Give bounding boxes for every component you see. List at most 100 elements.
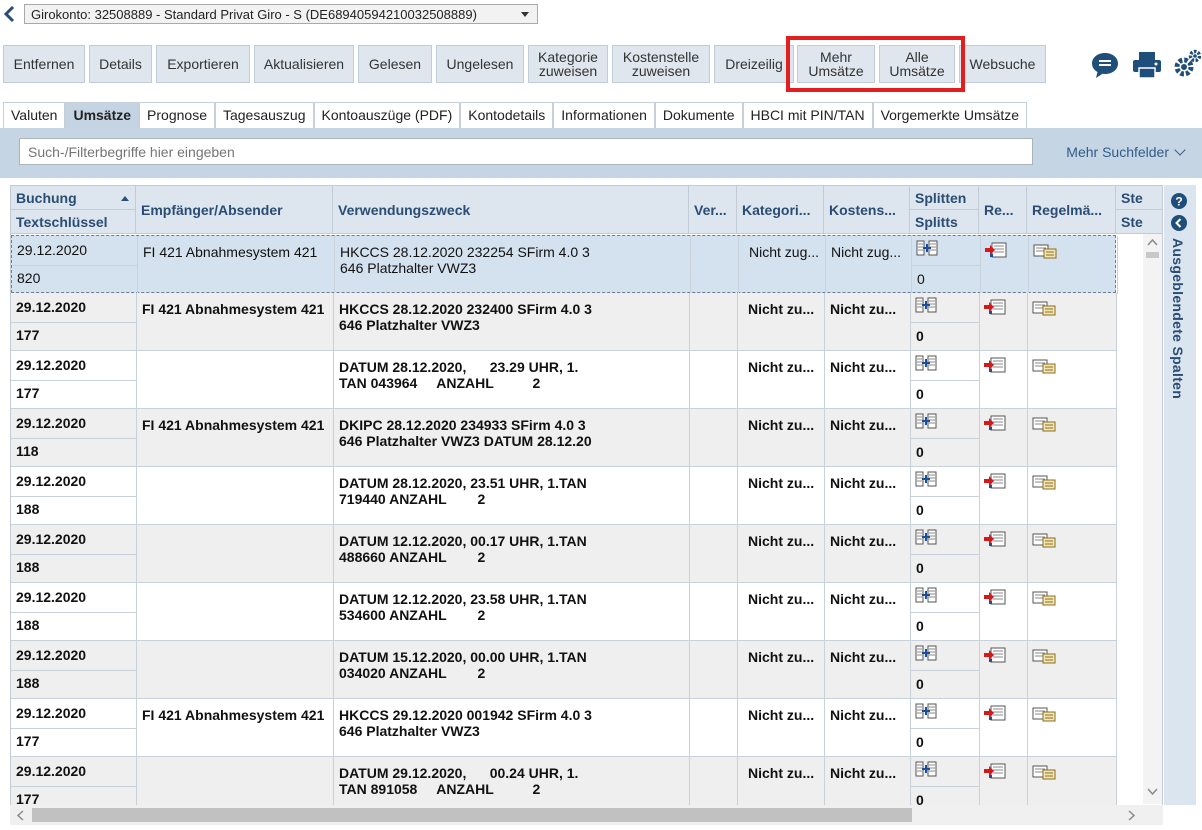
horizontal-scroll-thumb[interactable] <box>32 808 912 822</box>
vertical-scrollbar[interactable] <box>1143 234 1162 804</box>
table-row[interactable]: 29.12.2020 188 DATUM 12.12.2020, 00.17 UHR… <box>11 525 1117 583</box>
printer-icon[interactable] <box>1131 50 1163 80</box>
column-divider <box>136 293 137 351</box>
receipt-icon[interactable] <box>983 531 1007 550</box>
account-select[interactable]: Girokonto: 32508889 - Standard Privat Gi… <box>24 4 538 24</box>
table-row[interactable]: 29.12.2020 177 DATUM 28.12.2020, 23.29 UHR… <box>11 351 1117 409</box>
booking-date: 29.12.2020 <box>16 415 87 431</box>
col-header-ver[interactable]: Ver... <box>689 186 737 234</box>
table-row[interactable]: 29.12.2020 118 FI 421 Abnahmesystem 421 DKI… <box>11 409 1117 467</box>
tab-vorgemerkt[interactable]: Vorgemerkte Umsätze <box>872 102 1028 128</box>
assign-cost-center-button[interactable]: Kostenstelle zuweisen <box>612 45 710 83</box>
tab-kontoauszuege[interactable]: Kontoauszüge (PDF) <box>313 102 461 128</box>
column-divider <box>737 293 738 351</box>
mark-read-button[interactable]: Gelesen <box>358 45 432 83</box>
category: Nicht zu... <box>748 359 815 375</box>
receipt-icon[interactable] <box>983 589 1007 608</box>
tab-tagesauszug[interactable]: Tagesauszug <box>214 102 314 128</box>
transactions-grid: Buchung Textschlüssel Empfänger/Absender… <box>10 185 1163 825</box>
three-line-button[interactable]: Dreizeilig <box>714 45 794 83</box>
recurring-icon[interactable] <box>1032 300 1056 319</box>
hidden-columns-label[interactable]: Ausgeblendete Spalten <box>1170 238 1186 399</box>
more-search-fields-toggle[interactable]: Mehr Suchfelder <box>1066 144 1186 160</box>
table-row[interactable]: 29.12.2020 820 FI 421 Abnahmesystem 421 HKC… <box>11 235 1118 294</box>
recurring-icon[interactable] <box>1032 358 1056 377</box>
purpose-line-2: 646 Platzhalter VWZ3 DATUM 28.12.20 <box>339 433 592 449</box>
col-header-empfaenger[interactable]: Empfänger/Absender <box>136 186 333 234</box>
tab-kontodetails[interactable]: Kontodetails <box>460 102 554 128</box>
col-header-kostenstelle[interactable]: Kostens... <box>824 186 910 234</box>
receipt-icon[interactable] <box>983 763 1007 782</box>
text-key: 188 <box>16 675 40 691</box>
col-header-ste-1[interactable]: Ste <box>1116 186 1162 210</box>
recurring-icon[interactable] <box>1032 532 1056 551</box>
receipt-icon[interactable] <box>983 299 1007 318</box>
tab-informationen[interactable]: Informationen <box>553 102 655 128</box>
table-row[interactable]: 29.12.2020 177 FI 421 Abnahmesystem 421 HKC… <box>11 293 1117 351</box>
chat-bubble-icon[interactable] <box>1090 50 1120 80</box>
web-search-button[interactable]: Websuche <box>959 45 1046 83</box>
receipt-icon[interactable] <box>983 415 1007 434</box>
col-header-splitts[interactable]: Splitts <box>910 210 979 234</box>
gears-icon[interactable] <box>1172 48 1202 80</box>
scroll-up-icon[interactable] <box>1147 238 1158 246</box>
receipt-icon[interactable] <box>983 357 1007 376</box>
col-header-ste-2[interactable]: Ste <box>1116 210 1162 234</box>
split-icon[interactable] <box>915 761 937 780</box>
tab-dokumente[interactable]: Dokumente <box>654 102 743 128</box>
scroll-down-icon[interactable] <box>1147 788 1158 796</box>
chevron-left-circle-icon[interactable] <box>1170 214 1188 232</box>
col-header-re[interactable]: Re... <box>979 186 1027 234</box>
tab-hbci[interactable]: HBCI mit PIN/TAN <box>742 102 873 128</box>
search-input[interactable] <box>19 138 1033 165</box>
col-header-verwendung[interactable]: Verwendungszweck <box>333 186 689 234</box>
remove-button[interactable]: Entfernen <box>3 45 85 83</box>
tab-valuten[interactable]: Valuten <box>3 102 66 128</box>
col-header-splitten[interactable]: Splitten <box>910 186 979 210</box>
recurring-icon[interactable] <box>1032 416 1056 435</box>
refresh-button[interactable]: Aktualisieren <box>254 45 354 83</box>
receipt-icon[interactable] <box>983 705 1007 724</box>
col-header-buchung[interactable]: Buchung <box>11 186 136 210</box>
split-icon[interactable] <box>915 587 937 606</box>
split-icon[interactable] <box>915 645 937 664</box>
scroll-left-icon[interactable] <box>16 810 24 821</box>
chevron-left-icon[interactable] <box>2 5 16 23</box>
col-header-textschluessel[interactable]: Textschlüssel <box>11 210 136 234</box>
recurring-icon[interactable] <box>1032 648 1056 667</box>
recurring-icon[interactable] <box>1032 706 1056 725</box>
mark-unread-button[interactable]: Ungelesen <box>436 45 524 83</box>
split-icon[interactable] <box>915 355 937 374</box>
scroll-right-icon[interactable] <box>1128 810 1136 821</box>
horizontal-scrollbar[interactable] <box>10 805 1163 825</box>
split-icon[interactable] <box>915 703 937 722</box>
booking-date: 29.12.2020 <box>16 357 87 373</box>
details-button[interactable]: Details <box>89 45 152 83</box>
recurring-icon[interactable] <box>1032 474 1056 493</box>
table-row[interactable]: 29.12.2020 188 DATUM 12.12.2020, 23.58 UHR… <box>11 583 1117 641</box>
table-row[interactable]: 29.12.2020 188 DATUM 15.12.2020, 00.00 UHR… <box>11 641 1117 699</box>
export-button[interactable]: Exportieren <box>156 45 250 83</box>
split-icon[interactable] <box>916 240 938 259</box>
receipt-icon[interactable] <box>983 647 1007 666</box>
assign-category-button[interactable]: Kategorie zuweisen <box>528 45 608 83</box>
table-row[interactable]: 29.12.2020 177 FI 421 Abnahmesystem 421 HKC… <box>11 699 1117 757</box>
table-row[interactable]: 29.12.2020 188 DATUM 28.12.2020, 23.51 UHR… <box>11 467 1117 525</box>
split-icon[interactable] <box>915 413 937 432</box>
recurring-icon[interactable] <box>1032 590 1056 609</box>
receipt-icon[interactable] <box>984 242 1008 261</box>
col-header-kategorie[interactable]: Kategori... <box>737 186 824 234</box>
col-header-regelm[interactable]: Regelmä... <box>1027 186 1116 234</box>
recurring-icon[interactable] <box>1033 243 1057 262</box>
tab-umsaetze[interactable]: Umsätze <box>65 102 140 128</box>
receipt-icon[interactable] <box>983 473 1007 492</box>
splitts-count: 0 <box>916 502 924 518</box>
split-icon[interactable] <box>915 471 937 490</box>
tab-prognose[interactable]: Prognose <box>139 102 215 128</box>
vertical-scroll-thumb[interactable] <box>1146 252 1159 258</box>
split-icon[interactable] <box>915 529 937 548</box>
split-icon[interactable] <box>915 297 937 316</box>
recurring-icon[interactable] <box>1032 764 1056 783</box>
column-divider <box>689 293 690 351</box>
help-icon[interactable]: ? <box>1170 192 1188 210</box>
